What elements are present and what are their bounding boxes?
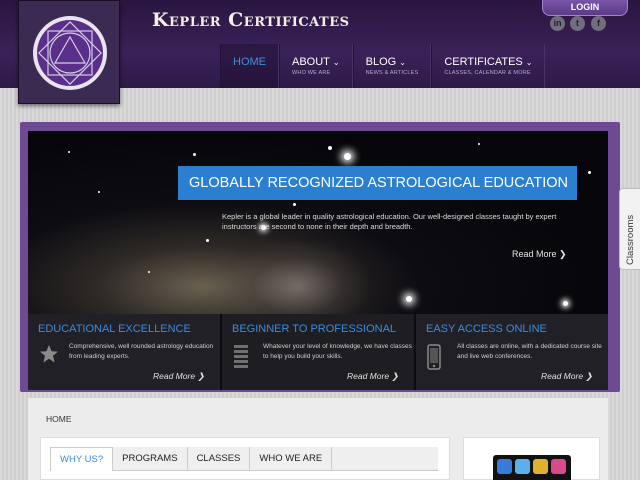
feature-card-beginner: BEGINNER TO PROFESSIONAL Whatever your l… xyxy=(222,314,416,390)
star-dot xyxy=(98,191,100,193)
nav-item-home[interactable]: HOME xyxy=(220,44,279,88)
tab-who-we-are[interactable]: WHO WE ARE xyxy=(250,447,333,471)
nav-label: ABOUT xyxy=(292,56,330,68)
app-tile-icon xyxy=(515,459,530,474)
site-title[interactable]: Kepler Certificates xyxy=(152,9,350,31)
feature-text: Whatever your level of knowledge, we hav… xyxy=(263,343,412,360)
content-tabs: WHY US? PROGRAMS CLASSES WHO WE ARE xyxy=(50,447,438,471)
main-nav: HOME ABOUT ⌄ WHO WE ARE BLOG ⌄ NEWS & ARTI… xyxy=(220,44,546,88)
feature-title: BEGINNER TO PROFESSIONAL xyxy=(232,323,397,335)
classrooms-tab-label: Classrooms xyxy=(625,214,636,265)
hero-description: Kepler is a global leader in quality ast… xyxy=(222,212,557,231)
app-icons-image[interactable] xyxy=(493,455,571,480)
chevron-down-icon: ⌄ xyxy=(399,58,406,67)
hero-read-more-link[interactable]: Read More ❯ xyxy=(512,249,567,260)
star-dot xyxy=(148,271,150,273)
star-dot xyxy=(293,203,296,206)
star-dot xyxy=(344,153,351,160)
breadcrumb[interactable]: HOME xyxy=(46,414,72,424)
facebook-icon[interactable]: f xyxy=(591,16,606,31)
feature-title: EASY ACCESS ONLINE xyxy=(426,323,547,335)
nav-label: CERTIFICATES xyxy=(444,56,523,68)
tab-why-us[interactable]: WHY US? xyxy=(50,447,114,471)
star-icon xyxy=(40,345,58,363)
nav-item-about[interactable]: ABOUT ⌄ WHO WE ARE xyxy=(279,44,353,88)
levels-icon xyxy=(234,345,248,368)
app-tile-icon xyxy=(533,459,548,474)
twitter-icon[interactable]: t xyxy=(570,16,585,31)
feature-title: EDUCATIONAL EXCELLENCE xyxy=(38,323,191,335)
phone-icon xyxy=(427,344,441,370)
star-dot xyxy=(563,301,568,306)
logo-emblem-icon xyxy=(33,16,107,90)
star-dot xyxy=(68,151,70,153)
nav-item-blog[interactable]: BLOG ⌄ NEWS & ARTICLES xyxy=(352,44,432,88)
feature-text: All classes are online, with a dedicated… xyxy=(457,343,602,360)
feature-read-more-link[interactable]: Read More ❯ xyxy=(347,371,399,382)
linkedin-icon[interactable]: in xyxy=(550,16,565,31)
nebula-image xyxy=(228,241,368,314)
star-dot xyxy=(478,143,480,145)
nav-sublabel: CLASSES, CALENDAR & MORE xyxy=(444,70,531,76)
feature-read-more-link[interactable]: Read More ❯ xyxy=(541,371,593,382)
nav-sublabel: WHO WE ARE xyxy=(292,70,331,76)
classrooms-side-tab[interactable]: Classrooms xyxy=(619,188,640,270)
feature-card-online: EASY ACCESS ONLINE All classes are onlin… xyxy=(416,314,608,390)
site-logo[interactable] xyxy=(18,0,120,104)
chevron-down-icon: ⌄ xyxy=(525,58,533,67)
feature-strip: EDUCATIONAL EXCELLENCE Comprehensive, we… xyxy=(28,314,608,390)
star-dot xyxy=(588,171,591,174)
tab-classes[interactable]: CLASSES xyxy=(188,447,251,471)
login-button[interactable]: LOGIN xyxy=(542,0,628,16)
feature-card-excellence: EDUCATIONAL EXCELLENCE Comprehensive, we… xyxy=(28,314,222,390)
feature-read-more-link[interactable]: Read More ❯ xyxy=(153,371,205,382)
hero-title: GLOBALLY RECOGNIZED ASTROLOGICAL EDUCATI… xyxy=(178,166,577,200)
nav-label: HOME xyxy=(233,56,266,68)
nav-sublabel: NEWS & ARTICLES xyxy=(365,70,419,76)
star-dot xyxy=(206,239,209,242)
star-dot xyxy=(328,146,332,150)
feature-text: Comprehensive, well rounded astrology ed… xyxy=(69,343,214,360)
star-dot xyxy=(406,296,412,302)
nav-label: BLOG xyxy=(365,56,397,68)
nav-item-certificates[interactable]: CERTIFICATES ⌄ CLASSES, CALENDAR & MORE xyxy=(431,44,546,88)
app-tile-icon xyxy=(497,459,512,474)
star-dot xyxy=(193,153,196,156)
app-tile-icon xyxy=(551,459,566,474)
tab-programs[interactable]: PROGRAMS xyxy=(113,447,188,471)
chevron-down-icon: ⌄ xyxy=(332,58,340,67)
